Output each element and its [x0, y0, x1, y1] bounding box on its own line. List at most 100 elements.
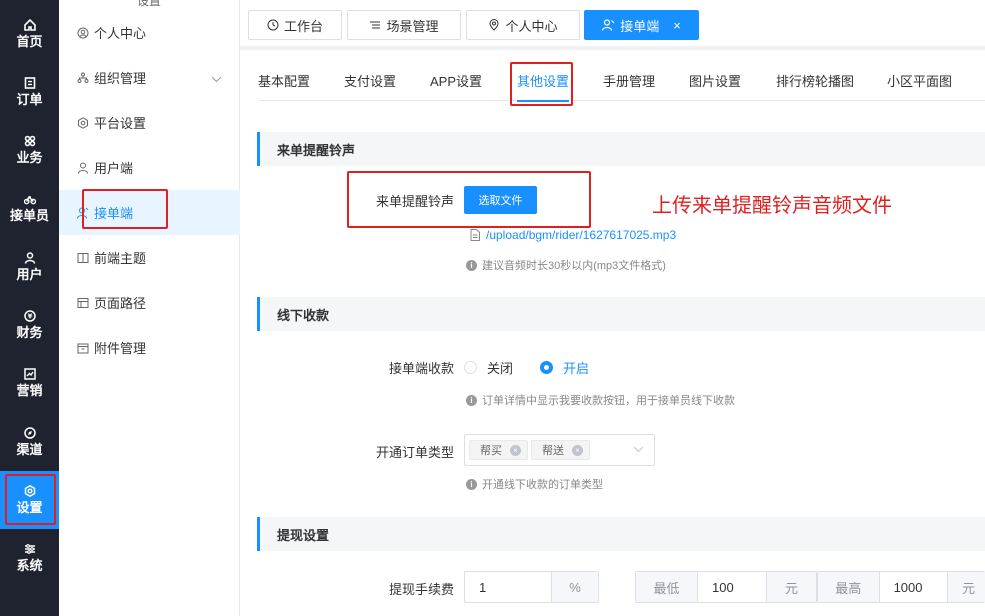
- attachment-icon: [77, 342, 89, 354]
- collect-hint-text: 订单详情中显示我要收款按钮，用于接单员线下收款: [482, 395, 735, 407]
- highlight-other-tab: [510, 62, 573, 106]
- chip-label: 帮送: [542, 445, 564, 457]
- nav-item-system[interactable]: 系统: [0, 529, 59, 587]
- user-icon: [24, 252, 36, 264]
- withdraw-min-input[interactable]: 最低 100 元: [635, 571, 817, 603]
- location-user-icon: [488, 19, 500, 31]
- tag-rider-end[interactable]: 接单端 ×: [584, 10, 699, 40]
- tab-basic[interactable]: 基本配置: [258, 68, 310, 101]
- nav-item-business[interactable]: 业务: [0, 121, 59, 179]
- collect-label: 接单端收款: [388, 361, 454, 376]
- section-ringtone: 来单提醒铃声: [257, 132, 985, 166]
- file-icon: [470, 229, 480, 241]
- radio-collect-on[interactable]: 开启: [540, 358, 589, 377]
- tab-payment[interactable]: 支付设置: [344, 68, 396, 101]
- submenu-item-platform[interactable]: 平台设置: [59, 100, 240, 145]
- min-value: 100: [712, 579, 734, 595]
- chip-remove-icon[interactable]: ×: [510, 444, 521, 456]
- nav-label: 用户: [16, 267, 43, 282]
- chip-buy: 帮买 ×: [469, 440, 528, 460]
- section-offline-payment: 线下收款: [257, 297, 985, 331]
- radio-dot: [540, 361, 553, 374]
- max-label: 最高: [818, 572, 880, 602]
- list-icon: [369, 19, 381, 31]
- path-icon: [77, 297, 89, 309]
- channel-icon: [23, 427, 36, 439]
- svg-text:¥: ¥: [27, 313, 32, 321]
- submenu-item-org[interactable]: 组织管理: [59, 55, 240, 100]
- main-content: 基本配置 支付设置 APP设置 其他设置 手册管理 图片设置 排行榜轮播图 小区…: [240, 50, 985, 616]
- submenu-label: 个人中心: [94, 26, 147, 41]
- radio-label: 开启: [563, 361, 590, 376]
- withdraw-fee-input[interactable]: 1 %: [464, 571, 599, 603]
- radio-label: 关闭: [487, 361, 514, 376]
- withdraw-max-input[interactable]: 最高 1000 元: [817, 571, 985, 603]
- tag-label: 接单端: [620, 18, 660, 34]
- submenu-item-theme[interactable]: 前端主题: [59, 235, 240, 280]
- radio-collect-off[interactable]: 关闭: [464, 358, 513, 377]
- submenu-item-page-path[interactable]: 页面路径: [59, 280, 240, 325]
- ringtone-file-link[interactable]: /upload/bgm/rider/1627617025.mp3: [470, 228, 676, 242]
- tag-label: 工作台: [283, 18, 323, 34]
- user-circle-icon: [77, 27, 89, 39]
- nav-item-finance[interactable]: ¥ 财务: [0, 296, 59, 354]
- submenu-item-attachments[interactable]: 附件管理: [59, 325, 240, 370]
- fee-unit: %: [551, 572, 598, 602]
- submenu-label: 组织管理: [94, 71, 147, 86]
- submenu-item-user-end[interactable]: 用户端: [59, 145, 240, 190]
- submenu-item-profile[interactable]: 个人中心: [59, 10, 240, 55]
- org-icon: [77, 72, 89, 84]
- nav-item-marketing[interactable]: 营销: [0, 354, 59, 412]
- tab-app[interactable]: APP设置: [430, 68, 482, 101]
- home-icon: [23, 19, 36, 31]
- tab-ranking-carousel[interactable]: 排行榜轮播图: [776, 68, 854, 101]
- chip-deliver: 帮送 ×: [531, 440, 590, 460]
- order-types-select[interactable]: 帮买 × 帮送 ×: [464, 434, 655, 466]
- nav-label: 订单: [16, 92, 43, 107]
- nav-label: 业务: [16, 150, 43, 165]
- tag-label: 个人中心: [505, 18, 558, 34]
- tab-images[interactable]: 图片设置: [689, 68, 741, 101]
- highlight-rider-submenu: [82, 189, 168, 229]
- submenu-label: 附件管理: [94, 341, 147, 356]
- radio-dot: [464, 361, 477, 374]
- min-unit: 元: [766, 572, 816, 602]
- collect-hint: i 订单详情中显示我要收款按钮，用于接单员线下收款: [466, 392, 735, 408]
- tag-scene-management[interactable]: 场景管理: [347, 10, 461, 40]
- tag-dashboard[interactable]: 工作台: [248, 10, 342, 40]
- marketing-icon: [23, 368, 36, 380]
- submenu-label: 平台设置: [94, 116, 147, 131]
- submenu-label: 前端主题: [94, 251, 147, 266]
- chevron-down-icon[interactable]: [211, 71, 222, 86]
- tab-community-map[interactable]: 小区平面图: [887, 68, 952, 101]
- nav-item-channels[interactable]: 渠道: [0, 413, 59, 471]
- chip-label: 帮买: [480, 445, 502, 457]
- business-icon: [24, 135, 36, 147]
- rider-icon: [23, 193, 36, 205]
- submenu-label: 页面路径: [94, 296, 147, 311]
- nav-label: 系统: [16, 558, 43, 573]
- close-icon[interactable]: ×: [673, 18, 681, 33]
- nav-label: 营销: [16, 383, 43, 398]
- highlight-settings-nav: [5, 474, 56, 525]
- chip-remove-icon[interactable]: ×: [572, 444, 583, 456]
- chevron-down-icon[interactable]: [633, 446, 644, 453]
- info-icon: i: [466, 478, 477, 490]
- nav-item-orders[interactable]: 订单: [0, 63, 59, 121]
- max-value: 1000: [893, 579, 923, 595]
- nav-item-home[interactable]: 首页: [0, 5, 59, 63]
- finance-icon: ¥: [23, 310, 36, 322]
- tag-profile[interactable]: 个人中心: [466, 10, 580, 40]
- max-unit: 元: [947, 572, 985, 602]
- info-icon: i: [466, 259, 477, 271]
- nav-item-riders[interactable]: 接单员: [0, 179, 59, 237]
- hexagon-settings-icon: [77, 116, 89, 129]
- tab-manual[interactable]: 手册管理: [603, 68, 655, 101]
- fee-value: 1: [479, 579, 487, 595]
- nav-label: 财务: [16, 325, 43, 340]
- tag-bar: 工作台 场景管理 个人中心 接单端 ×: [240, 0, 985, 46]
- nav-item-users[interactable]: 用户: [0, 238, 59, 296]
- dashboard-icon: [267, 19, 279, 31]
- settings-tabs: 基本配置 支付设置 APP设置 其他设置 手册管理 图片设置 排行榜轮播图 小区…: [258, 68, 985, 102]
- order-types-hint: i 开通线下收款的订单类型: [466, 476, 603, 492]
